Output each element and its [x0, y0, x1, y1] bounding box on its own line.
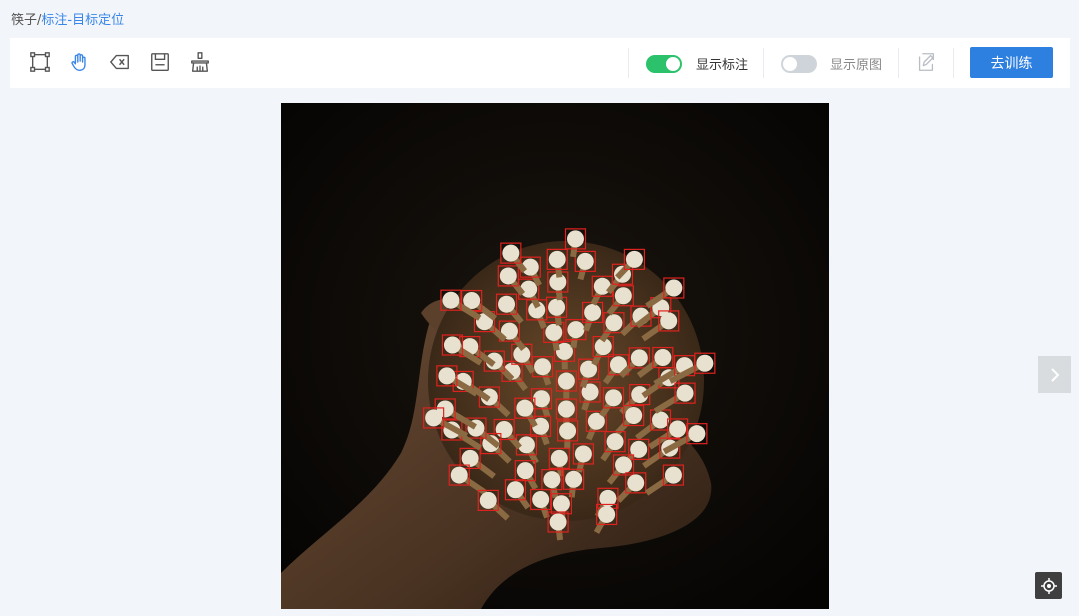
next-image-button[interactable] [1038, 356, 1071, 393]
chopstick-end [425, 409, 443, 427]
chopstick-end [498, 295, 516, 313]
clear-brush-icon[interactable] [188, 50, 212, 74]
chopstick-end [598, 505, 616, 523]
breadcrumb-current[interactable]: 标注-目标定位 [41, 13, 124, 28]
chopstick-end [576, 252, 594, 270]
chopstick-end [552, 495, 570, 513]
rectangle-select-icon[interactable] [28, 50, 52, 74]
chopstick-end [548, 250, 566, 268]
chopstick-end [605, 314, 623, 332]
chopstick-end [665, 279, 683, 297]
locate-button[interactable] [1035, 572, 1062, 599]
chopstick-end [688, 425, 706, 443]
chopstick-end [669, 420, 687, 438]
chopstick-end [499, 267, 517, 285]
chopstick-end [438, 367, 456, 385]
toolbar-divider [628, 48, 629, 78]
chopstick-end [502, 244, 520, 262]
chopstick-end [664, 466, 682, 484]
chopstick-end [660, 312, 678, 330]
chopstick-end [532, 490, 550, 508]
show-original-label: 显示原图 [830, 58, 883, 73]
chopstick-end [567, 321, 585, 339]
chopstick-end [545, 323, 563, 341]
chopstick-end [652, 411, 670, 429]
chopstick-end [565, 470, 583, 488]
chopstick-end [559, 422, 577, 440]
annotation-canvas[interactable] [281, 103, 829, 609]
chopstick-end [532, 390, 550, 408]
toggle-knob [783, 57, 797, 71]
go-train-button[interactable]: 去训练 [970, 47, 1053, 78]
save-icon[interactable] [148, 50, 172, 74]
chopstick-end [516, 462, 534, 480]
chopstick-bundle-photo [281, 103, 829, 609]
chopstick-end [520, 280, 538, 298]
chopstick-end [548, 298, 566, 316]
chopstick-end [625, 250, 643, 268]
chopstick-end [614, 287, 632, 305]
chopstick-end [549, 513, 567, 531]
chopstick-end [627, 474, 645, 492]
chopstick-end [443, 336, 461, 354]
chopstick-end [630, 349, 648, 367]
locate-icon [1040, 577, 1057, 594]
toolbar-divider [898, 48, 899, 78]
chopstick-end [543, 471, 561, 489]
chopstick-end [557, 372, 575, 390]
chopstick-end [696, 354, 714, 372]
hand-pan-icon[interactable] [68, 50, 92, 74]
chopstick-end [550, 449, 568, 467]
delete-icon[interactable] [108, 50, 132, 74]
chopstick-end [593, 277, 611, 295]
chopstick-end [516, 399, 534, 417]
chopstick-end [574, 445, 592, 463]
chopstick-end [605, 389, 623, 407]
toolbar-divider [763, 48, 764, 78]
show-original-toggle[interactable] [781, 55, 817, 73]
chopstick-end [461, 449, 479, 467]
chopstick-end [606, 433, 624, 451]
show-annotation-label: 显示标注 [696, 58, 749, 73]
toolbar-divider [953, 48, 954, 78]
chopstick-end [676, 384, 694, 402]
chopstick-end [615, 456, 633, 474]
chopstick-end [557, 400, 575, 418]
toggle-knob [666, 57, 680, 71]
chopstick-end [450, 466, 468, 484]
chopstick-end [442, 291, 460, 309]
edit-icon[interactable] [914, 50, 938, 74]
chopstick-end [534, 358, 552, 376]
annotation-toolbar: 显示标注 显示原图 去训练 [10, 38, 1070, 88]
chopstick-end [566, 230, 584, 248]
breadcrumb: 筷子/标注-目标定位 [11, 9, 124, 28]
chopstick-end [584, 303, 602, 321]
chopstick-end [654, 349, 672, 367]
chopstick-end [625, 407, 643, 425]
chopstick-end [506, 481, 524, 499]
chopstick-end [479, 491, 497, 509]
chopstick-end [495, 420, 513, 438]
chevron-right-icon [1050, 367, 1059, 382]
show-annotation-toggle[interactable] [646, 55, 682, 73]
breadcrumb-root[interactable]: 筷子/ [11, 13, 41, 28]
